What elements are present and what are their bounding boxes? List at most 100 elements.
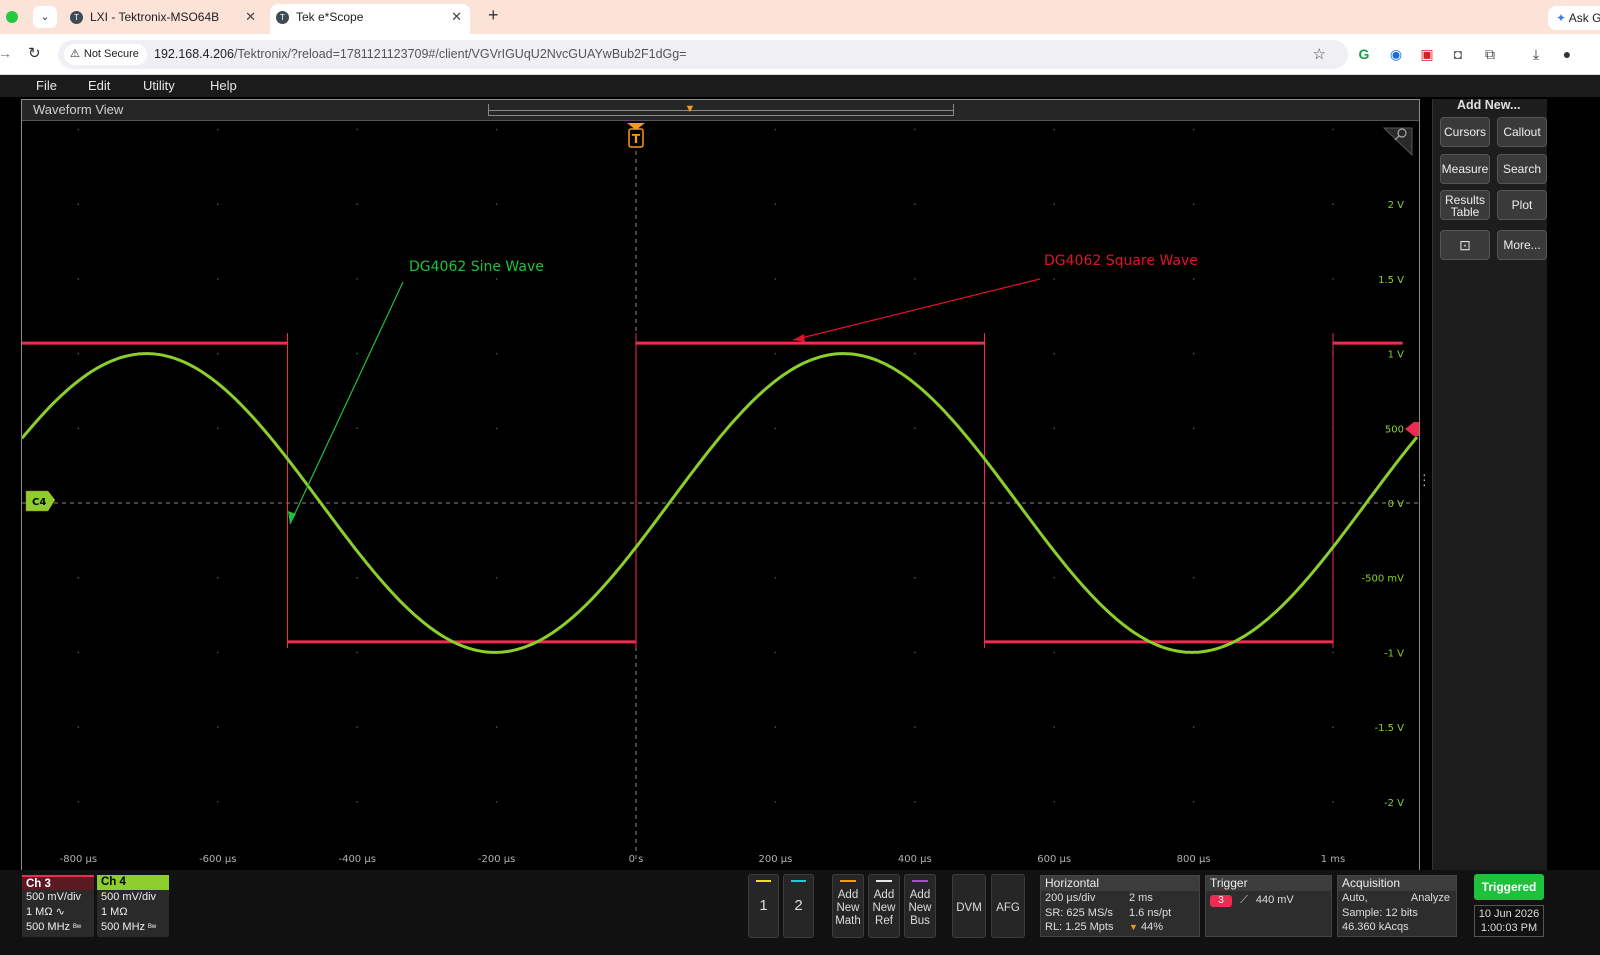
window-control-dot[interactable] xyxy=(6,11,18,23)
acq-mode: Auto, xyxy=(1342,892,1368,904)
bookmark-star-icon[interactable]: ☆ xyxy=(1313,45,1326,63)
record-duration: 2 ms xyxy=(1129,892,1153,904)
search-button[interactable]: Search xyxy=(1497,154,1547,184)
results-table-button[interactable]: Results Table xyxy=(1440,190,1490,220)
dvm-button[interactable]: DVM xyxy=(952,874,986,938)
graticule-dot xyxy=(77,576,80,579)
graticule-dot xyxy=(1053,651,1055,654)
graticule-dot xyxy=(495,576,498,579)
add-new-bus-button[interactable]: Add New Bus xyxy=(904,874,936,938)
trigger-source-chip: 3 xyxy=(1210,895,1232,907)
waveform-view[interactable]: Waveform View ▼ DG4062 Sine Wave DG4062 … xyxy=(21,99,1420,870)
graticule-dot xyxy=(77,128,80,131)
more-button[interactable]: More... xyxy=(1497,230,1547,260)
browser-tab-bar: ⌄ T LXI - Tektronix-MSO64B ✕ T Tek e*Sco… xyxy=(0,0,1600,34)
graticule-dot xyxy=(774,352,777,355)
trigger-level: 440 mV xyxy=(1255,894,1294,906)
graticule-dot xyxy=(1053,203,1055,205)
graticule-dot xyxy=(495,801,498,803)
url-text[interactable]: 192.168.4.206/Tektronix/?reload=17811211… xyxy=(154,47,687,61)
graticule-dot xyxy=(1053,801,1055,803)
x-tick-label: 800 µs xyxy=(1177,854,1211,865)
profile-avatar-icon[interactable]: ● xyxy=(1558,45,1576,63)
graticule-dot xyxy=(914,576,916,579)
password-extension-icon[interactable]: ◉ xyxy=(1387,45,1405,63)
graticule-dot xyxy=(774,203,777,205)
callout-button[interactable]: Callout xyxy=(1497,117,1547,147)
bandwidth-limit-icon: ᴮʷ xyxy=(148,922,157,932)
omnibox[interactable]: ⚠ Not Secure 192.168.4.206/Tektronix/?rel… xyxy=(58,40,1348,69)
menu-help[interactable]: Help xyxy=(210,78,237,93)
acquisition-badge[interactable]: Acquisition Auto, Analyze Sample: 12 bits… xyxy=(1337,875,1457,937)
add-new-ref-button[interactable]: Add New Ref xyxy=(868,874,900,938)
graticule-dot xyxy=(495,128,498,131)
graticule-dot xyxy=(217,427,219,430)
channel-1-button[interactable]: 1 xyxy=(748,874,779,938)
acquisition-title: Acquisition xyxy=(1338,876,1456,891)
y-tick-label: 1.5 V xyxy=(1378,275,1404,286)
time-resolution: 1.6 ns/pt xyxy=(1129,906,1172,919)
y-tick-label: 1 V xyxy=(1388,350,1405,361)
ch4-bandwidth: 500 MHz ᴮʷ xyxy=(101,921,157,933)
graticule-dot xyxy=(914,726,916,728)
trigger-status-badge[interactable]: Triggered xyxy=(1474,874,1544,900)
ch4-badge[interactable]: Ch 4 500 mV/div 1 MΩ 500 MHz ᴮʷ xyxy=(97,875,169,937)
security-indicator[interactable]: ⚠ Not Secure xyxy=(64,44,147,65)
graticule-dot xyxy=(356,128,359,131)
graticule-dot xyxy=(914,278,916,280)
browser-tab-escope[interactable]: T Tek e*Scope ✕ xyxy=(270,4,470,34)
channel-2-button[interactable]: 2 xyxy=(783,874,814,938)
close-tab-icon[interactable]: ✕ xyxy=(245,4,256,30)
grammarly-extension-icon[interactable]: G xyxy=(1355,45,1373,63)
zoom-box-button[interactable]: ⊡ xyxy=(1440,230,1490,260)
graticule-dot xyxy=(914,352,916,355)
graticule-dot xyxy=(217,203,219,205)
plot-button[interactable]: Plot xyxy=(1497,190,1547,220)
extensions-puzzle-icon[interactable]: ⧉ xyxy=(1481,45,1499,63)
browser-tab-lxi[interactable]: T LXI - Tektronix-MSO64B ✕ xyxy=(64,4,264,34)
tektronix-favicon-icon: T xyxy=(276,11,289,24)
ac-coupling-icon: ∿ xyxy=(55,906,65,918)
bandwidth-limit-icon: ᴮʷ xyxy=(73,922,82,932)
graticule-dot xyxy=(356,726,359,728)
close-tab-icon[interactable]: ✕ xyxy=(451,4,462,30)
afg-button[interactable]: AFG xyxy=(991,874,1025,938)
record-overview-bracket[interactable] xyxy=(488,104,954,116)
download-icon[interactable]: ⤓ xyxy=(1527,45,1545,63)
add-new-math-button[interactable]: Add New Math xyxy=(832,874,864,938)
graticule-dot xyxy=(1053,427,1055,430)
horizontal-position: 44% xyxy=(1140,921,1164,933)
graticule-dot xyxy=(774,801,777,803)
ch3-badge[interactable]: Ch 3 500 mV/div 1 MΩ ∿ 500 MHz ᴮʷ xyxy=(22,875,94,937)
trigger-badge[interactable]: Trigger 3 ⟋ 440 mV xyxy=(1205,875,1332,937)
reload-icon[interactable]: ↻ xyxy=(28,44,41,62)
graticule-dot xyxy=(1192,726,1195,728)
back-arrow-icon[interactable]: → xyxy=(0,45,12,61)
waveform-plot[interactable]: DG4062 Sine Wave DG4062 Square Wave T C4… xyxy=(22,121,1419,870)
panel-resize-grip-icon[interactable]: · · · xyxy=(1422,467,1427,491)
graticule-dot xyxy=(1332,801,1334,803)
x-tick-label: 600 µs xyxy=(1037,854,1071,865)
menu-edit[interactable]: Edit xyxy=(88,78,110,93)
graticule-dot xyxy=(1332,726,1334,728)
y-tick-label: -500 mV xyxy=(1362,574,1405,585)
ask-gemini-button[interactable]: ✦ Ask G xyxy=(1548,6,1600,30)
sine-annotation-label: DG4062 Sine Wave xyxy=(409,259,544,275)
graticule-dot xyxy=(217,801,219,803)
graticule-dot xyxy=(1192,352,1195,355)
new-tab-plus-icon[interactable]: + xyxy=(488,5,499,26)
camera-extension-icon[interactable]: ◘ xyxy=(1449,45,1467,63)
measure-button[interactable]: Measure xyxy=(1440,154,1490,184)
graticule-dot xyxy=(1192,203,1195,205)
cursors-button[interactable]: Cursors xyxy=(1440,117,1490,147)
date-text: 10 Jun 2026 xyxy=(1478,908,1540,920)
pdf-extension-icon[interactable]: ▣ xyxy=(1418,45,1436,63)
menu-utility[interactable]: Utility xyxy=(143,78,175,93)
graticule-dot xyxy=(77,352,80,355)
menu-file[interactable]: File xyxy=(36,78,57,93)
ch3-title: Ch 3 xyxy=(22,875,94,890)
graticule-dot xyxy=(1332,651,1334,654)
horizontal-badge[interactable]: Horizontal 200 µs/div 2 ms SR: 625 MS/s 1.… xyxy=(1040,875,1200,937)
tab-search-chevron-icon[interactable]: ⌄ xyxy=(33,6,57,28)
y-tick-label: -2 V xyxy=(1384,798,1404,809)
